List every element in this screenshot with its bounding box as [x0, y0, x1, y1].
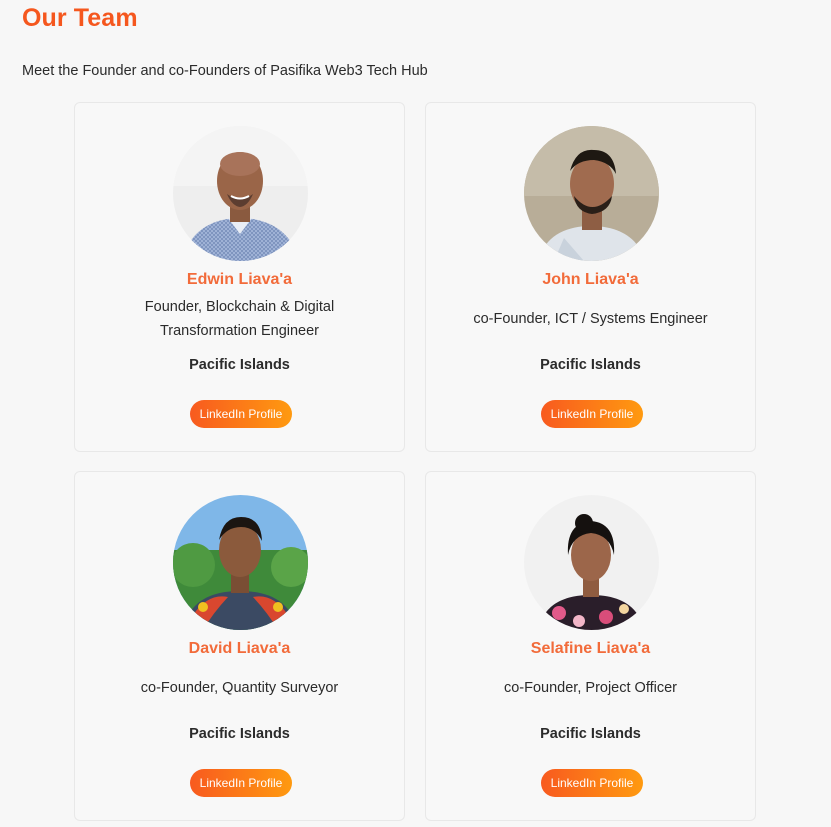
team-card-selafine: Selafine Liava'a co-Founder, Project Off…	[425, 471, 756, 821]
member-name: Edwin Liava'a	[186, 271, 293, 288]
linkedin-profile-button[interactable]: LinkedIn Profile	[541, 769, 643, 797]
page-title: Our Team	[22, 4, 138, 32]
avatar	[524, 495, 659, 630]
member-name: Selafine Liava'a	[530, 640, 651, 657]
team-section: Our Team Meet the Founder and co-Founder…	[0, 0, 831, 827]
member-role: co-Founder, ICT / Systems Engineer	[473, 311, 708, 327]
linkedin-profile-button[interactable]: LinkedIn Profile	[190, 400, 292, 428]
member-location: Pacific Islands	[540, 357, 641, 373]
avatar-photo	[173, 495, 308, 630]
member-location: Pacific Islands	[189, 357, 290, 373]
member-location: Pacific Islands	[540, 726, 641, 742]
avatar	[173, 495, 308, 630]
avatar	[524, 126, 659, 261]
team-card-john: John Liava'a co-Founder, ICT / Systems E…	[425, 102, 756, 452]
avatar	[173, 126, 308, 261]
linkedin-profile-button[interactable]: LinkedIn Profile	[541, 400, 643, 428]
member-name: David Liava'a	[188, 640, 291, 657]
linkedin-profile-button[interactable]: LinkedIn Profile	[190, 769, 292, 797]
member-role: co-Founder, Quantity Surveyor	[140, 680, 339, 696]
member-name: John Liava'a	[542, 271, 639, 288]
member-role: Founder, Blockchain & Digital Transforma…	[144, 299, 335, 339]
avatar-photo	[173, 126, 308, 261]
team-card-david: David Liava'a co-Founder, Quantity Surve…	[74, 471, 405, 821]
member-role: co-Founder, Project Officer	[503, 680, 677, 696]
member-location: Pacific Islands	[189, 726, 290, 742]
team-card-edwin: Edwin Liava'a Founder, Blockchain & Digi…	[74, 102, 405, 452]
page-subtitle: Meet the Founder and co-Founders of Pasi…	[22, 63, 428, 79]
avatar-photo	[524, 495, 659, 630]
avatar-photo	[524, 126, 659, 261]
